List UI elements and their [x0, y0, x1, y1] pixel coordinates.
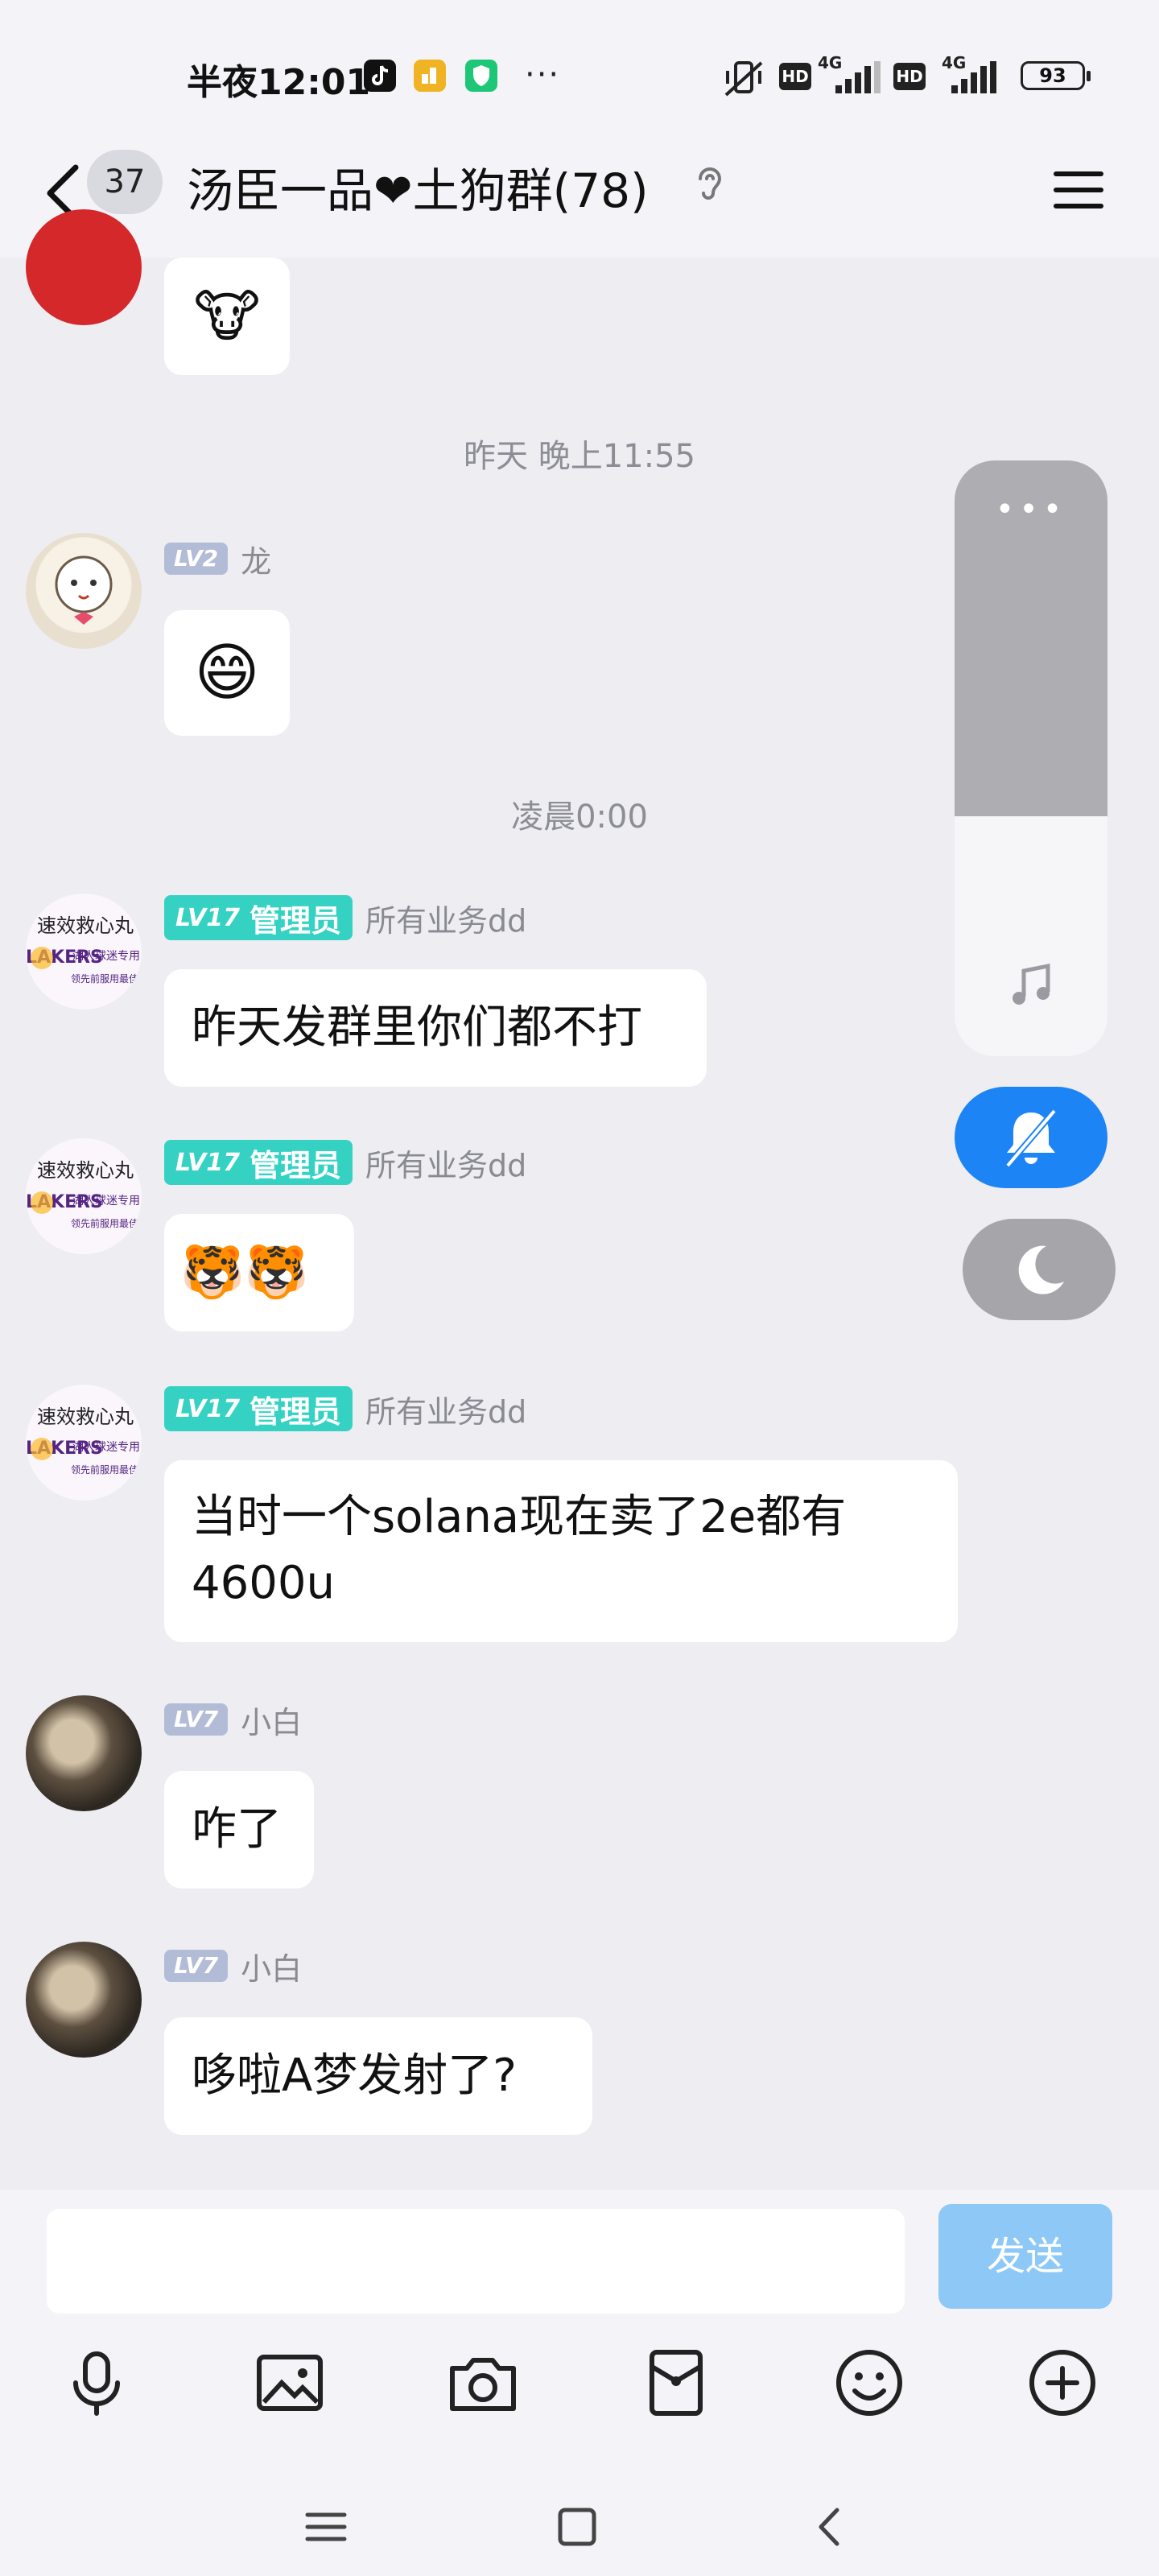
group-title[interactable]: 汤臣一品❤土狗群(78) [187, 153, 649, 221]
sender-name[interactable]: 小白 [241, 1944, 302, 1988]
image-icon[interactable] [250, 2343, 330, 2423]
unread-count-badge[interactable]: 37 [87, 150, 163, 214]
svg-text:速效救心丸: 速效救心丸 [37, 1406, 134, 1428]
tiktok-icon [364, 60, 396, 92]
role-label: 管理员 [249, 1147, 341, 1183]
level-label: LV17 [175, 1394, 240, 1423]
ear-icon[interactable] [691, 161, 729, 209]
volume-more-icon[interactable]: ••• [955, 491, 1107, 528]
emoji-icon[interactable] [829, 2343, 909, 2423]
message-bubble[interactable]: 🐮 [164, 258, 290, 375]
moon-icon [1018, 1245, 1064, 1294]
microphone-icon[interactable] [56, 2343, 137, 2423]
avatar[interactable] [26, 533, 142, 649]
sender-row: LV17 管理员 所有业务dd [164, 1138, 526, 1187]
status-time: 半夜12:01 [187, 62, 371, 103]
battery-indicator: 93 [1021, 61, 1091, 90]
more-notifications-icon: ··· [525, 56, 561, 93]
hd-badge: HD [779, 63, 811, 90]
svg-text:速效救心丸: 速效救心丸 [37, 914, 134, 937]
menu-icon[interactable] [1046, 158, 1111, 222]
chat-header: 37 汤臣一品❤土狗群(78) [0, 129, 1159, 258]
cow-emoji: 🐮 [193, 283, 261, 349]
avatar[interactable]: 速效救心丸 LAKERS 湖人球迷专用 领先前服用最佳 [26, 1138, 142, 1254]
role-label: 管理员 [249, 1393, 341, 1430]
sender-row: LV17 管理员 所有业务dd [164, 1385, 526, 1433]
system-nav-bar [0, 2479, 1159, 2576]
admin-badge: LV17 管理员 [164, 1386, 353, 1431]
sender-row: LV17 管理员 所有业务dd [164, 894, 526, 942]
mute-vibrate-icon [724, 61, 763, 97]
admin-badge: LV17 管理员 [164, 1140, 353, 1185]
level-label: LV17 [175, 903, 240, 932]
red-packet-icon[interactable] [636, 2343, 716, 2423]
svg-text:湖人球迷专用: 湖人球迷专用 [72, 1195, 140, 1208]
input-bar: 发送 [0, 2190, 1159, 2576]
signal-icon [835, 61, 881, 93]
avatar[interactable] [26, 1942, 142, 2058]
admin-badge: LV17 管理员 [164, 895, 353, 940]
svg-text:领先前服用最佳: 领先前服用最佳 [71, 972, 138, 985]
level-badge: LV7 [164, 1703, 229, 1736]
svg-text:领先前服用最佳: 领先前服用最佳 [71, 1463, 138, 1476]
volume-panel[interactable]: ••• [955, 460, 1107, 1056]
plus-icon[interactable] [1022, 2343, 1103, 2423]
svg-text:湖人球迷专用: 湖人球迷专用 [72, 1441, 140, 1454]
message-text: 咋了 [192, 1803, 282, 1856]
message-bubble[interactable]: 😄 [164, 610, 290, 736]
sender-name[interactable]: 龙 [241, 537, 271, 581]
message-bubble[interactable]: 咋了 [164, 1771, 314, 1889]
sender-name[interactable]: 小白 [241, 1698, 302, 1742]
sender-name[interactable]: 所有业务dd [365, 1141, 526, 1185]
camera-icon[interactable] [443, 2343, 523, 2423]
dark-mode-button[interactable] [963, 1219, 1116, 1320]
message-text-line: 4600u [192, 1557, 336, 1609]
svg-text:领先前服用最佳: 领先前服用最佳 [71, 1217, 138, 1229]
message-text: 哆啦A梦发射了? [192, 2050, 518, 2102]
sender-name[interactable]: 所有业务dd [365, 1387, 526, 1431]
sender-row: LV7 小白 [164, 1942, 302, 1990]
bell-off-icon [1004, 1108, 1058, 1168]
avatar[interactable] [26, 1695, 142, 1811]
send-button[interactable]: 发送 [938, 2204, 1112, 2309]
grin-emoji: 😄 [194, 637, 260, 709]
svg-text:速效救心丸: 速效救心丸 [37, 1159, 134, 1182]
ringer-mute-button[interactable] [955, 1087, 1107, 1188]
sender-row: LV2 龙 [164, 535, 271, 583]
level-badge: LV2 [164, 543, 229, 575]
message-bubble[interactable]: 昨天发群里你们都不打 [164, 969, 707, 1087]
message-text: 昨天发群里你们都不打 [192, 1001, 642, 1054]
app-notification-icon [414, 60, 446, 92]
tiger-emoji: 🐯🐯 [180, 1243, 309, 1302]
role-label: 管理员 [249, 902, 341, 939]
message-input[interactable] [47, 2209, 905, 2314]
message-bubble[interactable]: 🐯🐯 [164, 1214, 354, 1331]
avatar[interactable]: 速效救心丸 LAKERS 湖人球迷专用 领先前服用最佳 [26, 894, 142, 1009]
message-text-line: 当时一个solana现在卖了2e都有 [192, 1491, 847, 1543]
shield-app-icon [465, 60, 497, 92]
level-label: LV17 [175, 1148, 240, 1177]
sender-name[interactable]: 所有业务dd [365, 896, 526, 940]
avatar[interactable]: 速效救心丸 LAKERS 湖人球迷专用 领先前服用最佳 [26, 1385, 142, 1501]
hd-badge-2: HD [893, 63, 926, 90]
message-bubble[interactable]: 当时一个solana现在卖了2e都有 4600u [164, 1460, 958, 1642]
sender-row: LV7 小白 [164, 1695, 302, 1744]
nav-back-icon[interactable] [802, 2499, 858, 2555]
svg-text:湖人球迷专用: 湖人球迷专用 [72, 950, 140, 963]
message-bubble[interactable]: 哆啦A梦发射了? [164, 2017, 592, 2135]
nav-home-icon[interactable] [549, 2499, 605, 2555]
avatar[interactable] [26, 209, 142, 325]
signal-icon-2 [951, 61, 996, 93]
music-note-icon [1013, 963, 1050, 1005]
level-badge: LV7 [164, 1950, 229, 1982]
nav-menu-icon[interactable] [298, 2499, 354, 2555]
